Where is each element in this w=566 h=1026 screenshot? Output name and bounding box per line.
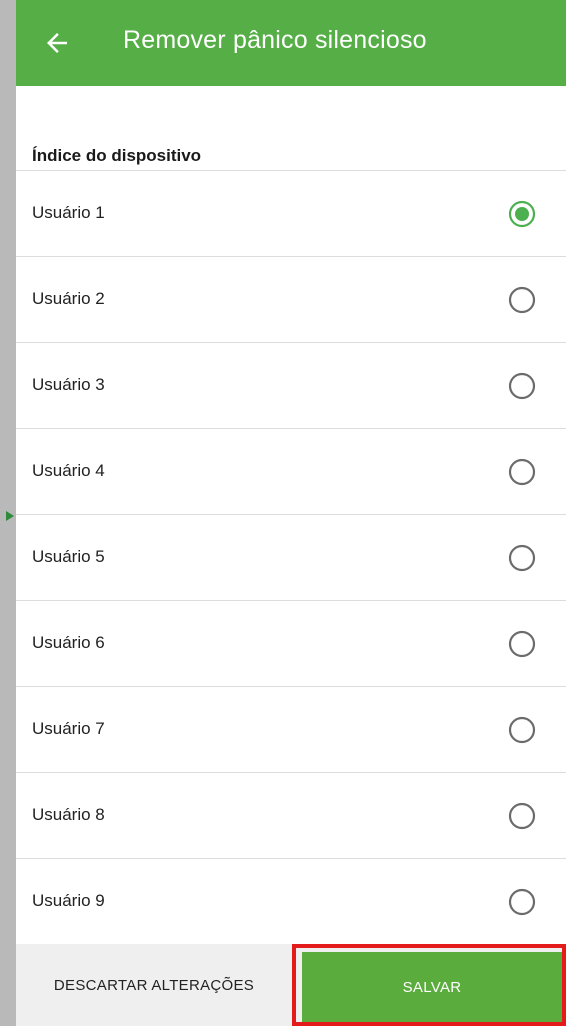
list-item[interactable]: Usuário 4 [16,428,566,514]
user-label: Usuário 5 [32,547,105,566]
user-label: Usuário 3 [32,375,105,394]
radio-unchecked-icon[interactable] [508,544,536,572]
radio-unchecked-icon[interactable] [508,888,536,916]
bottom-action-bar: DESCARTAR ALTERAÇÕES SALVAR [16,944,566,1026]
radio-unchecked-icon[interactable] [508,630,536,658]
list-item[interactable]: Usuário 2 [16,256,566,342]
page-title: Remover pânico silencioso [123,26,427,54]
radio-checked-icon[interactable] [508,200,536,228]
radio-unchecked-icon[interactable] [508,286,536,314]
user-label: Usuário 4 [32,461,105,480]
screen: Remover pânico silencioso Índice do disp… [16,0,566,1026]
list-item[interactable]: Usuário 7 [16,686,566,772]
radio-unchecked-icon[interactable] [508,372,536,400]
app-bar: Remover pânico silencioso [16,0,566,86]
list-item[interactable]: Usuário 8 [16,772,566,858]
discard-changes-button[interactable]: DESCARTAR ALTERAÇÕES [16,944,292,1026]
user-label: Usuário 2 [32,289,105,308]
save-button[interactable]: SALVAR [302,952,562,1022]
list-item[interactable]: Usuário 6 [16,600,566,686]
list-item[interactable]: Usuário 5 [16,514,566,600]
user-label: Usuário 7 [32,719,105,738]
arrow-back-icon[interactable] [42,28,72,58]
pointer-arrow-icon [6,511,14,521]
user-list: Usuário 1 Usuário 2 Usuário 3 Usuário 4 Usuá… [16,170,566,944]
radio-unchecked-icon[interactable] [508,716,536,744]
list-item[interactable]: Usuário 9 [16,858,566,944]
user-label: Usuário 6 [32,633,105,652]
radio-unchecked-icon[interactable] [508,802,536,830]
list-item[interactable]: Usuário 1 [16,170,566,256]
save-button-highlight: SALVAR [292,944,566,1026]
user-label: Usuário 8 [32,805,105,824]
user-label: Usuário 1 [32,203,105,222]
section-header: Índice do dispositivo [32,146,202,165]
user-label: Usuário 9 [32,891,105,910]
radio-unchecked-icon[interactable] [508,458,536,486]
list-item[interactable]: Usuário 3 [16,342,566,428]
